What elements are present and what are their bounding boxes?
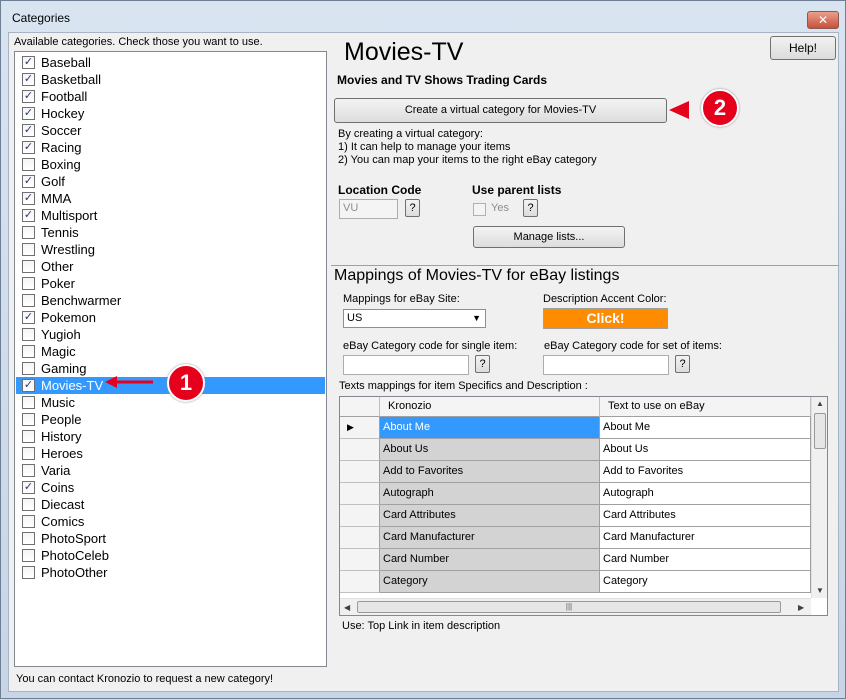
- arrow-2-head: [669, 101, 689, 119]
- annotation-marker-1: 1: [167, 364, 205, 402]
- categories-window: Categories ✕ Available categories. Check…: [0, 0, 846, 699]
- arrow-1-head: [105, 376, 117, 388]
- annotation-marker-2: 2: [701, 89, 739, 127]
